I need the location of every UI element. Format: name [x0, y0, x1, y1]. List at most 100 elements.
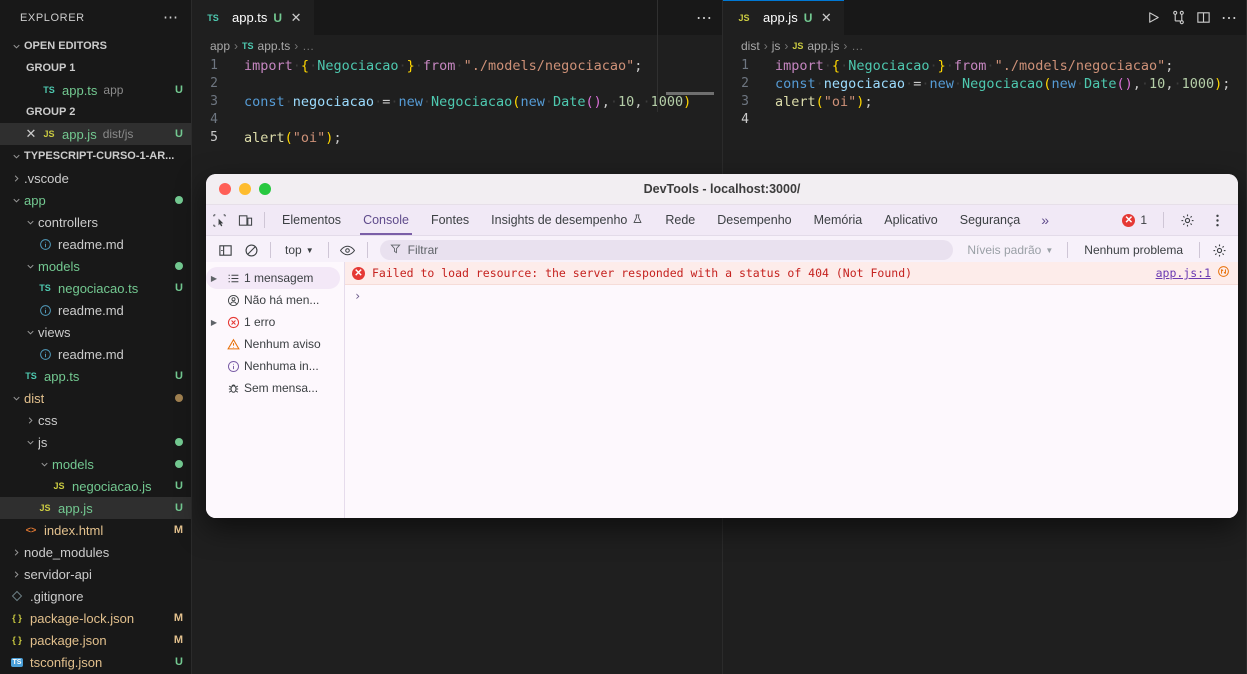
- tree-file[interactable]: TS negociacao.ts U: [0, 277, 191, 299]
- devtools-tab-desempenho[interactable]: Desempenho: [706, 205, 802, 235]
- tree-file[interactable]: .gitignore: [0, 585, 191, 607]
- code-line[interactable]: 4: [723, 111, 1247, 129]
- console-sidebar-item[interactable]: ▶ 1 erro: [206, 311, 340, 333]
- breadcrumb-left[interactable]: app › TS app.ts ›…: [192, 35, 722, 57]
- split-editor-icon[interactable]: [1196, 10, 1211, 25]
- clear-console-icon[interactable]: [238, 239, 264, 261]
- open-editor-item[interactable]: TS app.ts app U: [0, 79, 191, 101]
- toggle-console-sidebar-icon[interactable]: [212, 239, 238, 261]
- breadcrumb-right[interactable]: dist › js › JS app.js ›…: [723, 35, 1247, 57]
- chevron-right-icon[interactable]: ▶: [206, 274, 222, 283]
- devtools-tab-fontes[interactable]: Fontes: [420, 205, 480, 235]
- code-line[interactable]: 1 import·{·Negociacao·}·from·"./models/ne…: [192, 57, 722, 75]
- breadcrumb-item[interactable]: …: [851, 39, 863, 53]
- source-control-icon[interactable]: [1171, 10, 1186, 25]
- console-sidebar-item[interactable]: Sem mensa...: [206, 377, 340, 399]
- tree-folder[interactable]: node_modules: [0, 541, 191, 563]
- inspect-element-icon[interactable]: [206, 213, 232, 228]
- tree-file[interactable]: readme.md: [0, 299, 191, 321]
- tree-folder[interactable]: app: [0, 189, 191, 211]
- devtools-tab-console[interactable]: Console: [352, 205, 420, 235]
- more-actions-icon[interactable]: ⋯: [1221, 8, 1237, 28]
- tree-file[interactable]: JS app.js U: [0, 497, 191, 519]
- code-line[interactable]: 3 alert("oi");: [723, 93, 1247, 111]
- open-editors-header[interactable]: OPEN EDITORS: [0, 35, 191, 57]
- tree-folder[interactable]: js: [0, 431, 191, 453]
- breadcrumb-item[interactable]: app.ts: [258, 39, 291, 53]
- error-count-badge[interactable]: ✕ 1: [1122, 213, 1153, 227]
- breadcrumb-item[interactable]: …: [302, 39, 314, 53]
- info-icon: [222, 360, 244, 373]
- breadcrumb-item[interactable]: app.js: [807, 39, 839, 53]
- devtools-tab-rede[interactable]: Rede: [654, 205, 706, 235]
- tree-file[interactable]: { } package.json M: [0, 629, 191, 651]
- tree-file[interactable]: TS app.ts U: [0, 365, 191, 387]
- gear-icon[interactable]: [1174, 213, 1200, 228]
- minimap-slider[interactable]: [666, 92, 714, 95]
- code-line[interactable]: 2: [192, 75, 722, 93]
- tree-folder[interactable]: controllers: [0, 211, 191, 233]
- execution-context-selector[interactable]: top ▼: [277, 243, 322, 257]
- console-filter-input[interactable]: Filtrar: [379, 240, 954, 260]
- breadcrumb-item[interactable]: app: [210, 39, 230, 53]
- close-icon[interactable]: ✕: [288, 10, 304, 26]
- tree-folder[interactable]: views: [0, 321, 191, 343]
- breadcrumb-item[interactable]: js: [772, 39, 781, 53]
- devtools-titlebar[interactable]: DevTools - localhost:3000/: [206, 174, 1238, 205]
- open-editors-group-header[interactable]: GROUP 1: [0, 57, 191, 79]
- tree-folder[interactable]: models: [0, 255, 191, 277]
- code-line[interactable]: 5 alert("oi");: [192, 129, 722, 147]
- close-icon[interactable]: ✕: [22, 126, 40, 142]
- code-line[interactable]: 4: [192, 111, 722, 129]
- console-error-message[interactable]: ✕ Failed to load resource: the server res…: [345, 262, 1238, 285]
- project-root-header[interactable]: TYPESCRIPT-CURSO-1-AR...: [0, 145, 191, 167]
- breadcrumb-separator: ›: [234, 39, 239, 53]
- more-panels-icon[interactable]: »: [1031, 212, 1059, 228]
- code-line[interactable]: 1 import·{·Negociacao·}·from·"./models/ne…: [723, 57, 1247, 75]
- tree-file[interactable]: JS negociacao.js U: [0, 475, 191, 497]
- log-levels-label: Níveis padrão: [967, 243, 1042, 257]
- console-sidebar-item[interactable]: Nenhuma in...: [206, 355, 340, 377]
- devtools-tab-memória[interactable]: Memória: [803, 205, 874, 235]
- log-levels-selector[interactable]: Níveis padrão ▼: [959, 243, 1061, 257]
- devtools-menu-icon[interactable]: [1204, 213, 1230, 228]
- minimap-left[interactable]: [657, 0, 716, 112]
- source-link[interactable]: app.js:1: [1156, 266, 1211, 280]
- console-sidebar-item[interactable]: Não há men...: [206, 289, 340, 311]
- devtools-tab-insights-de-desempenho[interactable]: Insights de desempenho: [480, 205, 654, 235]
- tree-file[interactable]: readme.md: [0, 233, 191, 255]
- tree-folder[interactable]: .vscode: [0, 167, 191, 189]
- console-settings-gear-icon[interactable]: [1206, 239, 1232, 261]
- tree-folder[interactable]: servidor-api: [0, 563, 191, 585]
- console-messages[interactable]: ✕ Failed to load resource: the server res…: [345, 262, 1238, 518]
- chevron-right-icon[interactable]: ▶: [206, 318, 222, 327]
- chevron-down-icon: [22, 261, 38, 272]
- devtools-tab-elementos[interactable]: Elementos: [271, 205, 352, 235]
- close-icon[interactable]: ✕: [818, 10, 834, 26]
- issues-status[interactable]: Nenhum problema: [1074, 243, 1193, 257]
- device-toolbar-icon[interactable]: [232, 213, 258, 228]
- code-line[interactable]: 2 const·negociacao·=·new·Negociacao(new·D…: [723, 75, 1247, 93]
- console-prompt[interactable]: ›: [345, 285, 1238, 307]
- live-expression-icon[interactable]: [335, 239, 361, 261]
- devtools-tab-segurança[interactable]: Segurança: [949, 205, 1031, 235]
- tree-file[interactable]: <> index.html M: [0, 519, 191, 541]
- breadcrumb-item[interactable]: dist: [741, 39, 760, 53]
- tab-app-js[interactable]: JS app.js U ✕: [723, 0, 845, 35]
- network-issue-icon[interactable]: [1217, 265, 1230, 281]
- devtools-tab-aplicativo[interactable]: Aplicativo: [873, 205, 949, 235]
- tree-file[interactable]: readme.md: [0, 343, 191, 365]
- open-editor-item[interactable]: ✕ JS app.js dist/js U: [0, 123, 191, 145]
- code-line[interactable]: 3 const·negociacao·=·new·Negociacao(new·D…: [192, 93, 722, 111]
- tab-app-ts[interactable]: TS app.ts U ✕: [192, 0, 315, 35]
- tree-file[interactable]: TS tsconfig.json U: [0, 651, 191, 673]
- console-sidebar-item[interactable]: ▶ 1 mensagem: [206, 267, 340, 289]
- tree-folder[interactable]: dist: [0, 387, 191, 409]
- run-icon[interactable]: [1146, 10, 1161, 25]
- tree-file[interactable]: { } package-lock.json M: [0, 607, 191, 629]
- console-sidebar-item[interactable]: Nenhum aviso: [206, 333, 340, 355]
- explorer-more-icon[interactable]: ⋯: [159, 10, 183, 25]
- tree-folder[interactable]: models: [0, 453, 191, 475]
- open-editors-group-header[interactable]: GROUP 2: [0, 101, 191, 123]
- tree-folder[interactable]: css: [0, 409, 191, 431]
